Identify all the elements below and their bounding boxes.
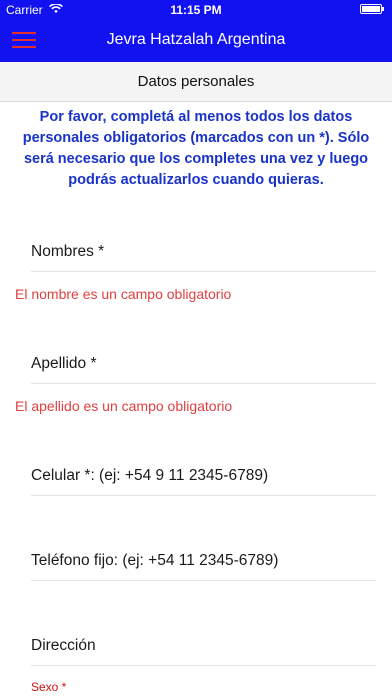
apellido-field[interactable]: Apellido * <box>31 344 376 384</box>
intro-text: Por favor, completá al menos todos los d… <box>22 109 370 188</box>
celular-field[interactable]: Celular *: (ej: +54 9 11 2345-6789) <box>31 456 376 496</box>
section-title: Datos personales <box>0 62 392 102</box>
status-bar: Carrier 11:15 PM <box>0 0 392 20</box>
telefono-field[interactable]: Teléfono fijo: (ej: +54 11 2345-6789) <box>31 541 376 581</box>
battery-icon <box>360 4 384 14</box>
status-time: 11:15 PM <box>170 3 222 17</box>
direccion-field[interactable]: Dirección <box>31 626 376 666</box>
app-title: Jevra Hatzalah Argentina <box>106 31 286 48</box>
nav-bar: Jevra Hatzalah Argentina <box>0 20 392 62</box>
sexo-label: Sexo * <box>31 680 67 694</box>
apellido-error: El apellido es un campo obligatorio <box>15 398 233 414</box>
nombres-error: El nombre es un campo obligatorio <box>15 286 232 302</box>
nombres-field[interactable]: Nombres * <box>31 232 376 272</box>
